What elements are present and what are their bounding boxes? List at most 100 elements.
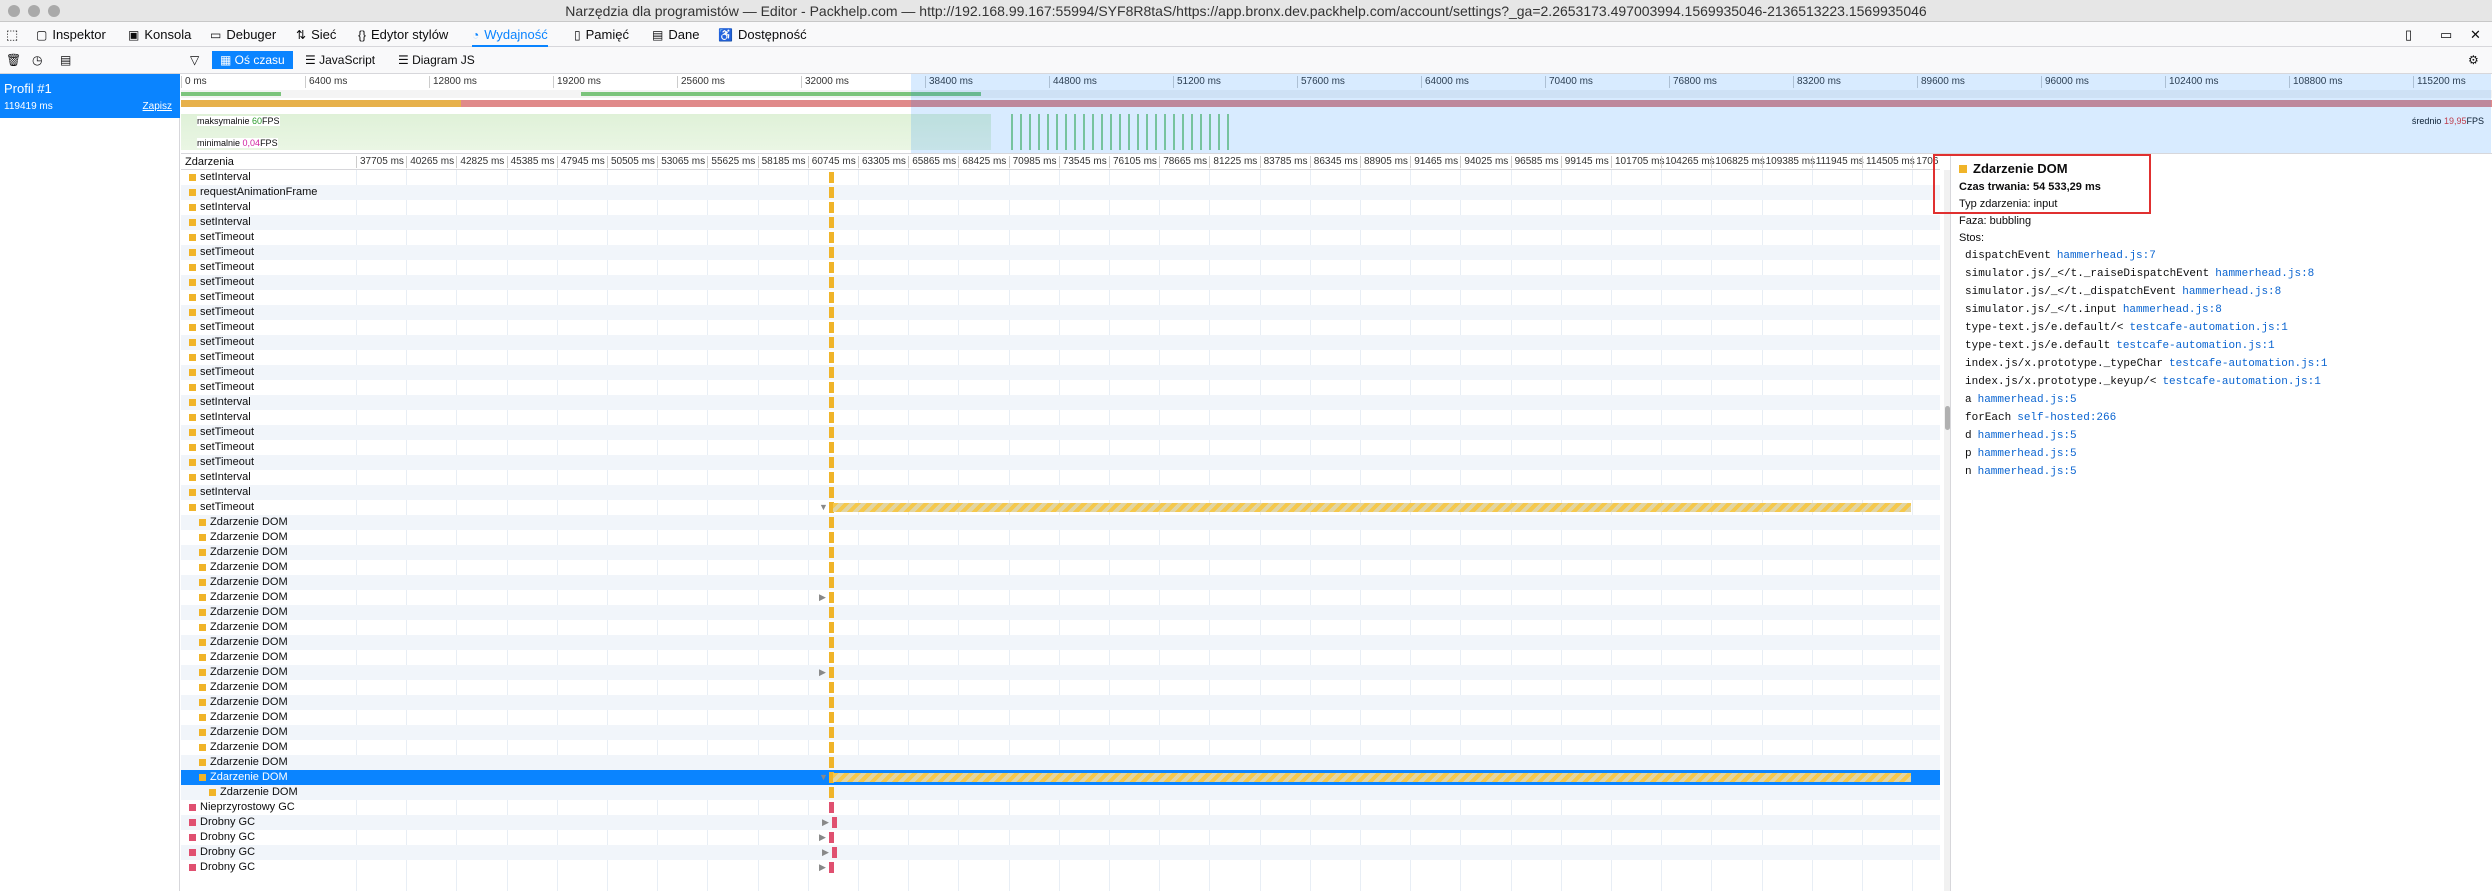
expand-twisty-icon[interactable]: ▶ bbox=[822, 845, 829, 860]
event-row[interactable]: Zdarzenie DOM bbox=[181, 560, 1940, 575]
event-row[interactable]: Zdarzenie DOM bbox=[181, 755, 1940, 770]
event-marker[interactable] bbox=[829, 352, 834, 363]
event-marker[interactable] bbox=[829, 427, 834, 438]
event-row[interactable]: Zdarzenie DOM bbox=[181, 680, 1940, 695]
tab-debuger[interactable]: ▭ Debuger bbox=[210, 22, 276, 47]
event-marker[interactable] bbox=[829, 382, 834, 393]
event-marker[interactable] bbox=[829, 652, 834, 663]
event-row[interactable]: setTimeout bbox=[181, 455, 1940, 470]
waterfall-tree[interactable]: setInterval requestAnimationFrame setInter… bbox=[181, 170, 1940, 891]
event-row[interactable]: Zdarzenie DOM bbox=[181, 740, 1940, 755]
minimize-window-button[interactable] bbox=[28, 5, 40, 17]
event-row[interactable]: Drobny GC ▶ bbox=[181, 815, 1940, 830]
expand-twisty-icon[interactable]: ▼ bbox=[819, 500, 828, 515]
event-row[interactable]: Zdarzenie DOM bbox=[181, 605, 1940, 620]
event-row[interactable]: Zdarzenie DOM bbox=[181, 785, 1940, 800]
event-marker[interactable] bbox=[829, 442, 834, 453]
event-row[interactable]: setTimeout bbox=[181, 335, 1940, 350]
profile-item[interactable]: Profil #1 119419 ms Zapisz bbox=[0, 74, 180, 118]
maximize-window-button[interactable] bbox=[48, 5, 60, 17]
event-marker[interactable] bbox=[829, 682, 834, 693]
event-row[interactable]: setTimeout bbox=[181, 440, 1940, 455]
event-marker[interactable] bbox=[829, 217, 834, 228]
event-row[interactable]: Zdarzenie DOM bbox=[181, 695, 1940, 710]
frame-source-link[interactable]: hammerhead.js:5 bbox=[1978, 430, 2077, 442]
tab-konsola[interactable]: ▣ Konsola bbox=[128, 22, 191, 47]
event-marker[interactable] bbox=[829, 307, 834, 318]
event-row[interactable]: setTimeout ▼ bbox=[181, 500, 1940, 515]
event-row[interactable]: setTimeout bbox=[181, 230, 1940, 245]
event-marker[interactable] bbox=[829, 862, 834, 873]
event-marker[interactable] bbox=[829, 562, 834, 573]
event-row[interactable]: setTimeout bbox=[181, 245, 1940, 260]
frame-source-link[interactable]: hammerhead.js:5 bbox=[1978, 466, 2077, 478]
tab-pamiec[interactable]: ▯ Pamięć bbox=[574, 22, 629, 47]
event-marker[interactable] bbox=[829, 667, 834, 678]
event-row[interactable]: setTimeout bbox=[181, 275, 1940, 290]
close-devtools-icon[interactable]: ✕ bbox=[2470, 22, 2481, 47]
event-marker[interactable] bbox=[829, 247, 834, 258]
settings-gear-icon[interactable]: ⚙ bbox=[2468, 51, 2479, 69]
event-marker[interactable] bbox=[829, 727, 834, 738]
event-row[interactable]: Nieprzyrostowy GC bbox=[181, 800, 1940, 815]
event-marker[interactable] bbox=[829, 397, 834, 408]
event-marker[interactable] bbox=[829, 367, 834, 378]
frame-source-link[interactable]: hammerhead.js:8 bbox=[2123, 304, 2222, 316]
event-row[interactable]: Zdarzenie DOM bbox=[181, 635, 1940, 650]
close-window-button[interactable] bbox=[8, 5, 20, 17]
frame-source-link[interactable]: testcafe-automation.js:1 bbox=[2116, 340, 2274, 352]
event-marker[interactable] bbox=[832, 847, 837, 858]
timeline-overview[interactable]: 0 ms 6400 ms 12800 ms 19200 ms 25600 ms 32000… bbox=[181, 74, 2492, 154]
event-marker[interactable] bbox=[829, 292, 834, 303]
filter-icon[interactable]: ▽ bbox=[190, 51, 199, 69]
event-row[interactable]: setInterval bbox=[181, 170, 1940, 185]
event-marker[interactable] bbox=[829, 742, 834, 753]
event-marker[interactable] bbox=[829, 172, 834, 183]
event-row[interactable]: Zdarzenie DOM bbox=[181, 650, 1940, 665]
event-duration-bar[interactable] bbox=[833, 503, 1911, 512]
frame-source-link[interactable]: hammerhead.js:8 bbox=[2215, 268, 2314, 280]
event-marker[interactable] bbox=[829, 802, 834, 813]
event-duration-bar[interactable] bbox=[833, 773, 1911, 782]
event-row[interactable]: Zdarzenie DOM ▶ bbox=[181, 665, 1940, 680]
overview-selection[interactable] bbox=[911, 74, 2491, 153]
event-marker[interactable] bbox=[829, 337, 834, 348]
event-row[interactable]: Zdarzenie DOM bbox=[181, 710, 1940, 725]
event-row[interactable]: Drobny GC ▶ bbox=[181, 830, 1940, 845]
event-marker[interactable] bbox=[829, 577, 834, 588]
event-row[interactable]: Zdarzenie DOM ▼ bbox=[181, 770, 1940, 785]
event-marker[interactable] bbox=[829, 547, 834, 558]
frame-source-link[interactable]: testcafe-automation.js:1 bbox=[2169, 358, 2327, 370]
event-marker[interactable] bbox=[829, 517, 834, 528]
frame-source-link[interactable]: hammerhead.js:7 bbox=[2057, 250, 2156, 262]
event-marker[interactable] bbox=[829, 697, 834, 708]
record-icon[interactable]: ◷ bbox=[32, 51, 42, 69]
event-marker[interactable] bbox=[829, 607, 834, 618]
event-marker[interactable] bbox=[829, 637, 834, 648]
event-row[interactable]: setTimeout bbox=[181, 320, 1940, 335]
event-marker[interactable] bbox=[832, 817, 837, 828]
frame-source-link[interactable]: hammerhead.js:8 bbox=[2182, 286, 2281, 298]
event-row[interactable]: setTimeout bbox=[181, 305, 1940, 320]
event-row[interactable]: Zdarzenie DOM bbox=[181, 515, 1940, 530]
event-row[interactable]: setTimeout bbox=[181, 290, 1940, 305]
event-row[interactable]: requestAnimationFrame bbox=[181, 185, 1940, 200]
tab-dane[interactable]: ▤ Dane bbox=[652, 22, 699, 47]
expand-twisty-icon[interactable]: ▶ bbox=[822, 815, 829, 830]
event-marker[interactable] bbox=[829, 622, 834, 633]
tab-edytor-stylow[interactable]: {} Edytor stylów bbox=[358, 22, 448, 47]
event-row[interactable]: setInterval bbox=[181, 410, 1940, 425]
event-row[interactable]: Zdarzenie DOM bbox=[181, 620, 1940, 635]
event-marker[interactable] bbox=[829, 457, 834, 468]
event-row[interactable]: Zdarzenie DOM bbox=[181, 575, 1940, 590]
expand-twisty-icon[interactable]: ▶ bbox=[819, 830, 826, 845]
import-icon[interactable]: ▤ bbox=[60, 51, 71, 69]
event-marker[interactable] bbox=[829, 187, 834, 198]
event-row[interactable]: setTimeout bbox=[181, 365, 1940, 380]
event-marker[interactable] bbox=[829, 712, 834, 723]
event-marker[interactable] bbox=[829, 262, 834, 273]
expand-twisty-icon[interactable]: ▶ bbox=[819, 590, 826, 605]
tab-siec[interactable]: ⇅ Sieć bbox=[296, 22, 336, 47]
event-marker[interactable] bbox=[829, 592, 834, 603]
event-row[interactable]: Drobny GC ▶ bbox=[181, 860, 1940, 875]
